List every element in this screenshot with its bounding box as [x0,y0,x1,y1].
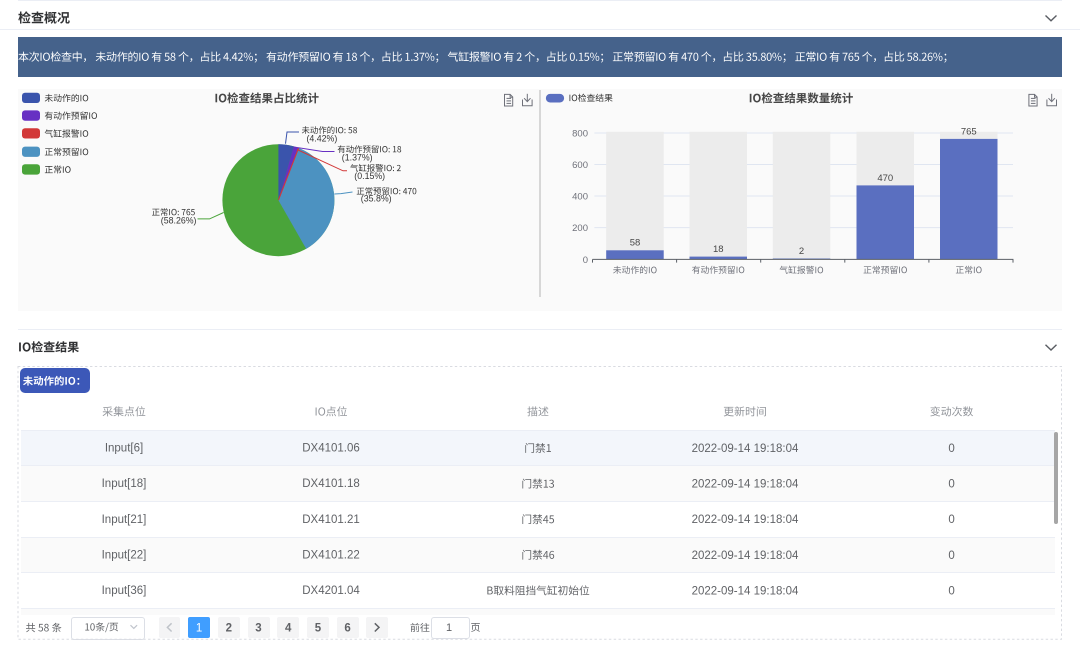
svg-text:Input[6]: Input[6] [105,443,143,455]
svg-text:0: 0 [948,514,954,526]
svg-text:600: 600 [572,160,588,171]
svg-text:2022-09-14 19:18:04: 2022-09-14 19:18:04 [692,514,799,526]
svg-text:3: 3 [255,623,261,635]
svg-text:Input[18]: Input[18] [102,478,147,490]
svg-text:400: 400 [572,191,588,202]
svg-text:DX4201.04: DX4201.04 [302,585,360,597]
svg-text:58: 58 [630,238,641,249]
svg-text:200: 200 [572,223,588,234]
svg-text:DX4101.18: DX4101.18 [302,478,360,490]
svg-text:Input[36]: Input[36] [102,585,147,597]
svg-text:765: 765 [961,126,977,137]
svg-text:2022-09-14 19:18:04: 2022-09-14 19:18:04 [692,585,799,597]
svg-text:2022-09-14 19:18:04: 2022-09-14 19:18:04 [692,550,799,562]
svg-text:(35.8%): (35.8%) [361,194,392,204]
svg-text:Input[21]: Input[21] [102,514,147,526]
svg-text:(4.42%): (4.42%) [307,134,338,144]
svg-text:0: 0 [948,550,954,562]
svg-text:6: 6 [344,623,350,635]
svg-text:(0.15%): (0.15%) [354,171,385,181]
svg-text:Input[22]: Input[22] [102,549,147,561]
svg-text:4: 4 [285,623,292,635]
svg-text:0: 0 [583,255,588,266]
svg-text:DX4101.21: DX4101.21 [302,514,360,526]
svg-text:(58.26%): (58.26%) [161,215,197,225]
svg-text:2: 2 [799,246,804,257]
svg-text:DX4101.06: DX4101.06 [302,443,360,455]
svg-text:470: 470 [877,173,893,184]
svg-text:0: 0 [948,585,954,597]
svg-text:0: 0 [948,479,954,491]
svg-text:2022-09-14 19:18:04: 2022-09-14 19:18:04 [692,479,799,491]
svg-text:(1.37%): (1.37%) [342,153,373,163]
svg-text:DX4101.22: DX4101.22 [302,549,360,561]
svg-text:1: 1 [196,623,202,635]
svg-text:1: 1 [446,622,452,634]
svg-text:18: 18 [713,244,724,255]
svg-text:2022-09-14 19:18:04: 2022-09-14 19:18:04 [692,443,799,455]
svg-text:2: 2 [226,623,232,635]
svg-text:0: 0 [948,443,954,455]
svg-text:800: 800 [572,128,588,139]
svg-text:5: 5 [315,623,322,635]
